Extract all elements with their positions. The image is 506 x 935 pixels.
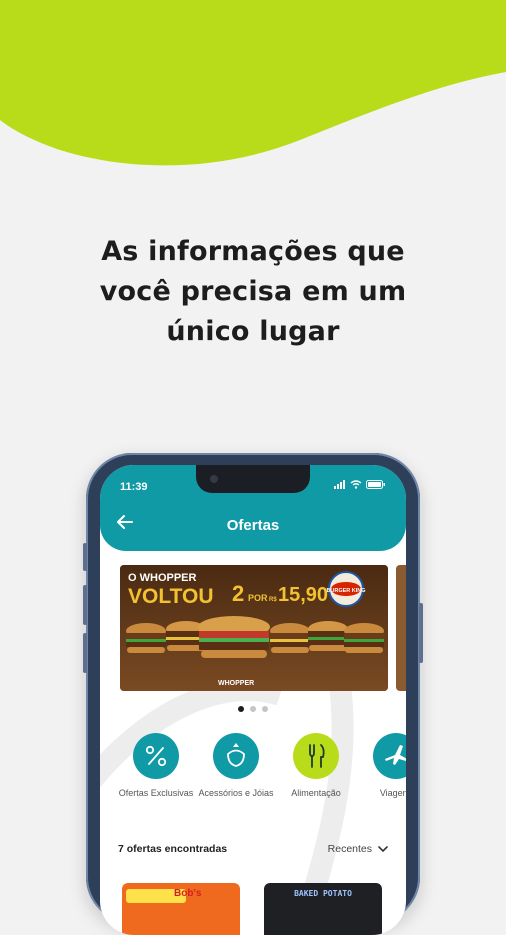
category-acessorios[interactable]: Acessórios e Jóias	[196, 733, 276, 799]
banner-offer-currency: R$	[269, 597, 277, 603]
carousel-dots	[100, 706, 406, 712]
banner-offer-price: 15,90	[278, 584, 328, 606]
ring-icon	[213, 733, 259, 779]
promo-banner[interactable]: O WHOPPER VOLTOU 2 POR R$ 15,90 BURGER K…	[120, 565, 388, 691]
wifi-icon	[350, 480, 362, 489]
category-label: Ofertas Exclusivas	[118, 788, 194, 798]
app-header: 11:39 Ofertas	[100, 465, 406, 551]
category-label: Viagens	[379, 788, 406, 798]
percent-icon	[133, 733, 179, 779]
category-label: Acessórios e Jóias	[198, 788, 274, 798]
carousel-dot[interactable]	[250, 706, 256, 712]
camera-icon	[210, 475, 218, 483]
banner-line-2: VOLTOU	[128, 585, 214, 608]
screen-title: Ofertas	[226, 517, 280, 534]
banner-offer-qty: 2	[232, 581, 244, 606]
banner-footer: WHOPPER	[218, 680, 254, 687]
card-label: Bob's	[174, 888, 202, 899]
phone-screen: 11:39 Ofertas O WHOPPER VOLTOU 2 POR R$ …	[100, 465, 406, 935]
battery-icon	[366, 480, 385, 489]
top-wave-decoration	[0, 0, 506, 166]
category-label: Alimentação	[291, 788, 341, 798]
headline-line-3: único lugar	[166, 316, 340, 347]
sort-dropdown[interactable]: Recentes	[328, 843, 388, 855]
results-bar: 7 ofertas encontradas Recentes	[118, 843, 388, 855]
phone-notch	[196, 465, 310, 493]
category-alimentacao[interactable]: Alimentação	[276, 733, 356, 799]
banner-line-1: O WHOPPER	[128, 572, 197, 584]
offer-card[interactable]: BAKED POTATO	[264, 883, 382, 935]
category-viagens[interactable]: Viagens	[356, 733, 406, 799]
carousel-dot[interactable]	[262, 706, 268, 712]
airplane-icon	[373, 733, 406, 779]
offer-card[interactable]: Bob's	[122, 883, 240, 935]
phone-side-button	[83, 585, 87, 625]
phone-side-button	[83, 543, 87, 571]
brand-label: BURGER KING	[326, 588, 365, 594]
next-banner-peek[interactable]	[396, 565, 406, 691]
headline-line-2: você precisa em um	[99, 276, 407, 307]
fork-knife-icon	[293, 733, 339, 779]
phone-side-button	[83, 633, 87, 673]
status-icons	[334, 480, 386, 489]
offers-count: 7 ofertas encontradas	[118, 843, 228, 855]
card-label: BAKED POTATO	[294, 889, 352, 898]
chevron-down-icon	[378, 845, 388, 852]
banner-offer-por: POR	[248, 593, 268, 603]
banner-art: O WHOPPER VOLTOU 2 POR R$ 15,90 BURGER K…	[120, 565, 388, 691]
headline: As informações que você precisa em um ún…	[0, 232, 506, 352]
carousel-dot[interactable]	[238, 706, 244, 712]
phone-power-button	[419, 603, 423, 663]
status-time: 11:39	[120, 481, 148, 493]
signal-icon	[334, 480, 345, 489]
phone-mockup: 11:39 Ofertas O WHOPPER VOLTOU 2 POR R$ …	[83, 453, 423, 935]
category-list: Ofertas Exclusivas Acessórios e Jóias Al…	[100, 733, 406, 823]
sort-label: Recentes	[327, 843, 372, 855]
headline-line-1: As informações que	[101, 236, 405, 267]
category-ofertas-exclusivas[interactable]: Ofertas Exclusivas	[116, 733, 196, 799]
